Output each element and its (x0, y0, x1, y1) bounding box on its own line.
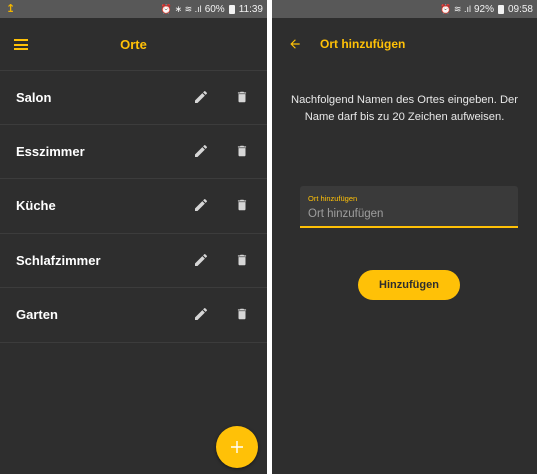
delete-icon[interactable] (235, 89, 249, 105)
edit-icon[interactable] (193, 89, 209, 105)
plus-icon (231, 441, 243, 453)
list-item[interactable]: Küche (0, 179, 267, 234)
delete-icon[interactable] (235, 252, 249, 268)
list-item-label: Esszimmer (16, 143, 85, 159)
status-icons: ⏰ ≋ .ıl 92% 09:58 (440, 4, 533, 15)
edit-icon[interactable] (193, 252, 209, 268)
status-bar: ↥ ⏰ ∗ ≋ .ıl 60% 11:39 (0, 0, 267, 18)
list-item-label: Schlafzimmer (16, 252, 101, 268)
status-icons: ⏰ ∗ ≋ .ıl 60% 11:39 (161, 4, 263, 15)
delete-icon[interactable] (235, 306, 249, 322)
add-place-button[interactable] (216, 426, 258, 468)
status-time: 11:39 (238, 3, 263, 15)
list-item-label: Garten (16, 307, 58, 323)
list-item-label: Küche (16, 198, 56, 214)
battery-percent: 60% (204, 3, 225, 15)
delete-icon[interactable] (235, 197, 249, 213)
edit-icon[interactable] (193, 306, 209, 322)
places-list: Salon Esszimmer Küche Schlafzimmer Garte… (0, 70, 267, 343)
edit-icon[interactable] (193, 143, 209, 159)
status-time: 09:58 (507, 3, 533, 15)
place-name-input[interactable] (308, 206, 508, 222)
battery-percent: 92% (473, 3, 494, 15)
page-title: Orte (120, 36, 147, 52)
upload-icon: ↥ (6, 3, 16, 15)
list-item[interactable]: Schlafzimmer (0, 234, 267, 288)
edit-icon[interactable] (193, 197, 209, 213)
list-item[interactable]: Garten (0, 288, 267, 343)
places-list-screen: ↥ ⏰ ∗ ≋ .ıl 60% 11:39 Orte Salon Esszimm… (0, 0, 267, 474)
status-glyphs: ⏰ ≋ .ıl (440, 3, 471, 14)
delete-icon[interactable] (235, 143, 249, 159)
battery-icon (228, 4, 235, 14)
place-name-label: Ort hinzufügen (308, 194, 358, 203)
battery-icon (497, 4, 504, 14)
instructions-text: Nachfolgend Namen des Ortes eingeben. De… (291, 94, 518, 123)
back-arrow-icon[interactable] (288, 37, 302, 51)
status-glyphs: ⏰ ∗ ≋ .ıl (160, 3, 202, 14)
place-name-field[interactable]: Ort hinzufügen (300, 186, 518, 228)
app-bar: Orte (0, 18, 267, 70)
add-button[interactable]: Hinzufügen (358, 270, 460, 300)
list-item[interactable]: Salon (0, 70, 267, 125)
page-title: Ort hinzufügen (320, 37, 406, 51)
list-item-label: Salon (16, 89, 52, 105)
status-bar: ⏰ ≋ .ıl 92% 09:58 (272, 0, 537, 18)
app-bar: Ort hinzufügen (272, 18, 537, 70)
list-item[interactable]: Esszimmer (0, 125, 267, 179)
add-place-screen: ⏰ ≋ .ıl 92% 09:58 Ort hinzufügen Nachfol… (272, 0, 537, 474)
